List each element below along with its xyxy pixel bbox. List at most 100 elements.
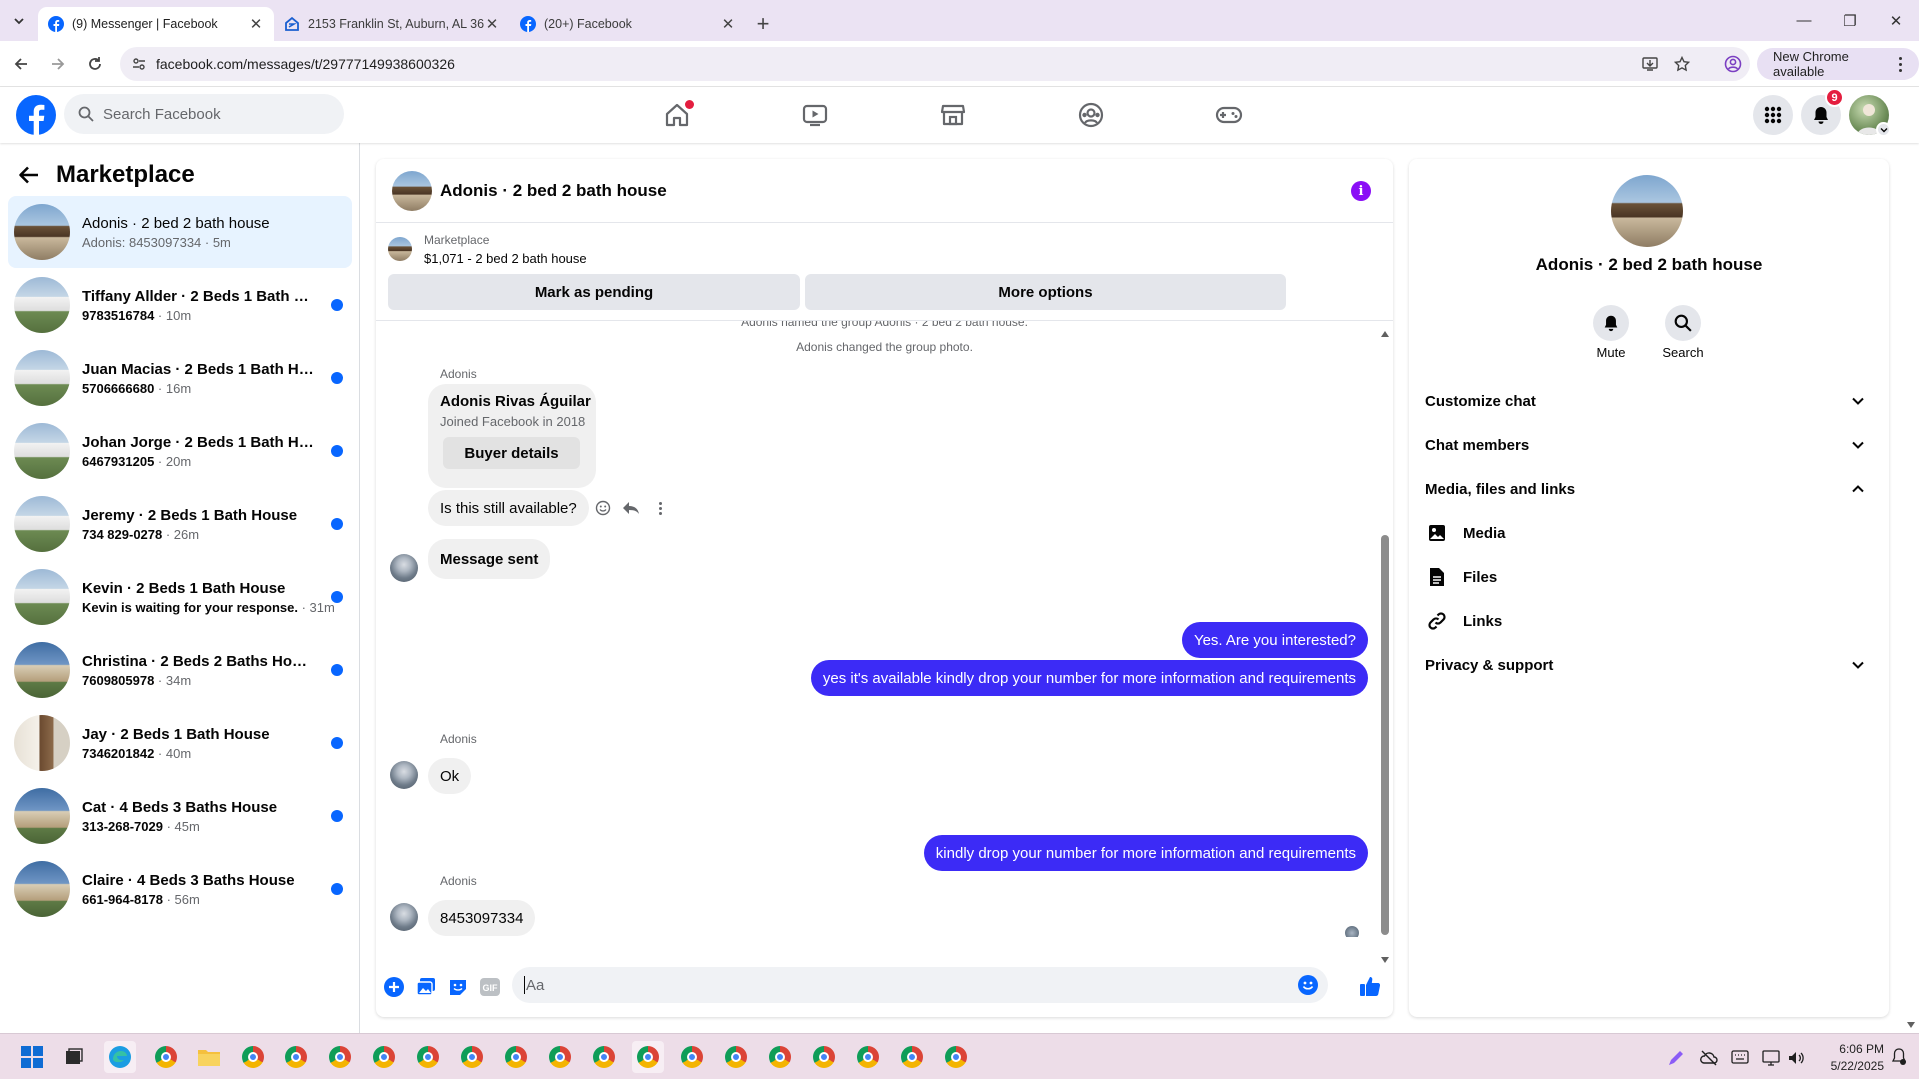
chrome-window-taskbar-icon[interactable] [632,1041,664,1073]
links-item[interactable]: Links [1425,601,1502,641]
scroll-down-arrow-icon[interactable] [1381,957,1389,963]
search-facebook-input[interactable]: Search Facebook [64,94,344,134]
chrome-menu-button[interactable] [1890,54,1910,74]
chat-list-item[interactable]: Christina · 2 Beds 2 Baths House 76098059… [8,634,352,706]
chat-members-section[interactable]: Chat members [1425,425,1873,465]
network-icon[interactable] [1762,1049,1780,1067]
chrome-window-taskbar-icon[interactable] [764,1041,796,1073]
media-item[interactable]: Media [1425,513,1506,553]
back-button[interactable] [5,48,37,80]
notification-center-icon[interactable] [1891,1047,1907,1067]
message-bubble-incoming[interactable]: Message sent [428,539,551,579]
task-view-button[interactable] [58,1041,90,1073]
conversation-info-button[interactable]: i [1351,181,1371,201]
conversation-avatar[interactable] [392,170,432,211]
chat-list-item[interactable]: Adonis · 2 bed 2 bath house Adonis: 84530… [8,196,352,268]
chat-list-item[interactable]: Jeremy · 2 Beds 1 Bath House 734 829-0278… [8,488,352,560]
chrome-window-taskbar-icon[interactable] [456,1041,488,1073]
chrome-window-taskbar-icon[interactable] [500,1041,532,1073]
buyer-name[interactable]: Adonis Rivas Águilar [440,393,591,410]
facebook-logo[interactable] [16,95,56,135]
chat-list-item[interactable]: Cat · 4 Beds 3 Baths House 313-268-7029 ·… [8,780,352,852]
listing-thumbnail[interactable] [388,237,412,261]
close-tab-icon[interactable]: ✕ [720,15,736,33]
listing-price-title[interactable]: $1,071 - 2 bed 2 bath house [424,251,587,266]
account-menu-chevron[interactable] [1876,122,1891,137]
sender-avatar[interactable] [390,903,418,931]
thumbs-up-icon[interactable] [1359,975,1381,997]
message-input[interactable]: Aa [512,967,1328,1003]
media-files-links-section[interactable]: Media, files and links [1425,469,1873,509]
chrome-window-taskbar-icon[interactable] [676,1041,708,1073]
chrome-window-taskbar-icon[interactable] [940,1041,972,1073]
chat-list-item[interactable]: Claire · 4 Beds 3 Baths House 661-964-817… [8,853,352,925]
sender-avatar[interactable] [390,554,418,582]
page-scroll-down-icon[interactable] [1907,1022,1915,1028]
chat-list-item[interactable]: Jay · 2 Beds 1 Bath House 7346201842 · 40… [8,707,352,779]
scroll-up-arrow-icon[interactable] [1381,331,1389,337]
chrome-window-taskbar-icon[interactable] [896,1041,928,1073]
browser-tab-zillow[interactable]: 2153 Franklin St, Auburn, AL 36 ✕ [274,7,510,41]
message-bubble-incoming[interactable]: Is this still available? [428,490,589,526]
gallery-icon[interactable] [416,977,436,997]
nav-video[interactable] [759,87,871,143]
chrome-window-taskbar-icon[interactable] [280,1041,312,1073]
react-smiley-icon[interactable] [595,500,611,516]
scrollbar-thumb[interactable] [1381,535,1389,935]
more-options-button[interactable]: More options [805,274,1286,310]
message-bubble-outgoing[interactable]: Yes. Are you interested? [1181,622,1368,658]
mark-as-pending-button[interactable]: Mark as pending [388,274,800,310]
close-tab-icon[interactable]: ✕ [484,15,500,33]
buyer-details-button[interactable]: Buyer details [443,437,580,469]
conversation-title[interactable]: Adonis · 2 bed 2 bath house [440,181,667,201]
edge-taskbar-icon[interactable] [104,1041,136,1073]
chat-list-item[interactable]: Kevin · 2 Beds 1 Bath House Kevin is wait… [8,561,352,633]
reply-icon[interactable] [622,500,640,516]
gif-icon[interactable]: GIF [480,978,500,996]
chrome-window-taskbar-icon[interactable] [412,1041,444,1073]
group-photo[interactable] [1611,175,1683,247]
customize-chat-section[interactable]: Customize chat [1425,381,1873,421]
close-window-button[interactable]: ✕ [1873,0,1919,41]
cloud-offline-icon[interactable] [1700,1049,1718,1067]
start-button[interactable] [16,1041,48,1073]
mute-button[interactable] [1593,305,1629,341]
address-bar[interactable]: facebook.com/messages/t/2977714993860032… [120,47,1750,81]
restore-button[interactable]: ❐ [1827,0,1873,41]
minimize-button[interactable]: — [1781,0,1827,41]
sticker-icon[interactable] [448,977,468,997]
site-info-icon[interactable] [132,57,146,71]
chat-list-item[interactable]: Tiffany Allder · 2 Beds 1 Bath Ho... 9783… [8,269,352,341]
browser-tab-messenger[interactable]: (9) Messenger | Facebook ✕ [38,7,274,41]
forward-button[interactable] [42,48,74,80]
message-bubble-incoming[interactable]: 8453097334 [428,900,536,936]
files-item[interactable]: Files [1425,557,1497,597]
thread-scrollbar[interactable] [1381,331,1389,963]
pen-icon[interactable] [1667,1049,1685,1067]
more-actions-icon[interactable] [657,500,663,516]
message-bubble-outgoing[interactable]: kindly drop your number for more informa… [923,835,1368,871]
profile-icon[interactable] [1724,55,1742,73]
chrome-window-taskbar-icon[interactable] [544,1041,576,1073]
sender-avatar[interactable] [390,761,418,789]
chrome-window-taskbar-icon[interactable] [588,1041,620,1073]
clock[interactable]: 6:06 PM 5/22/2025 [1822,1034,1884,1079]
back-arrow-icon[interactable] [18,164,40,186]
chrome-window-taskbar-icon[interactable] [720,1041,752,1073]
volume-icon[interactable] [1787,1049,1805,1067]
chrome-window-taskbar-icon[interactable] [368,1041,400,1073]
reload-button[interactable] [79,48,111,80]
tab-search-button[interactable] [0,0,38,41]
menu-button[interactable] [1753,95,1793,135]
search-in-conversation-button[interactable] [1665,305,1701,341]
browser-tab-facebook[interactable]: (20+) Facebook ✕ [510,7,746,41]
emoji-icon[interactable] [1298,975,1318,995]
message-bubble-outgoing[interactable]: yes it's available kindly drop your numb… [810,660,1368,696]
chrome-window-taskbar-icon[interactable] [237,1041,269,1073]
chrome-window-taskbar-icon[interactable] [324,1041,356,1073]
chat-list-item[interactable]: Johan Jorge · 2 Beds 1 Bath House 6467931… [8,415,352,487]
close-tab-icon[interactable]: ✕ [248,15,264,33]
nav-gaming[interactable] [1173,87,1285,143]
plus-circle-icon[interactable] [384,977,404,997]
chat-list-item[interactable]: Juan Macias · 2 Beds 1 Bath House 5706666… [8,342,352,414]
